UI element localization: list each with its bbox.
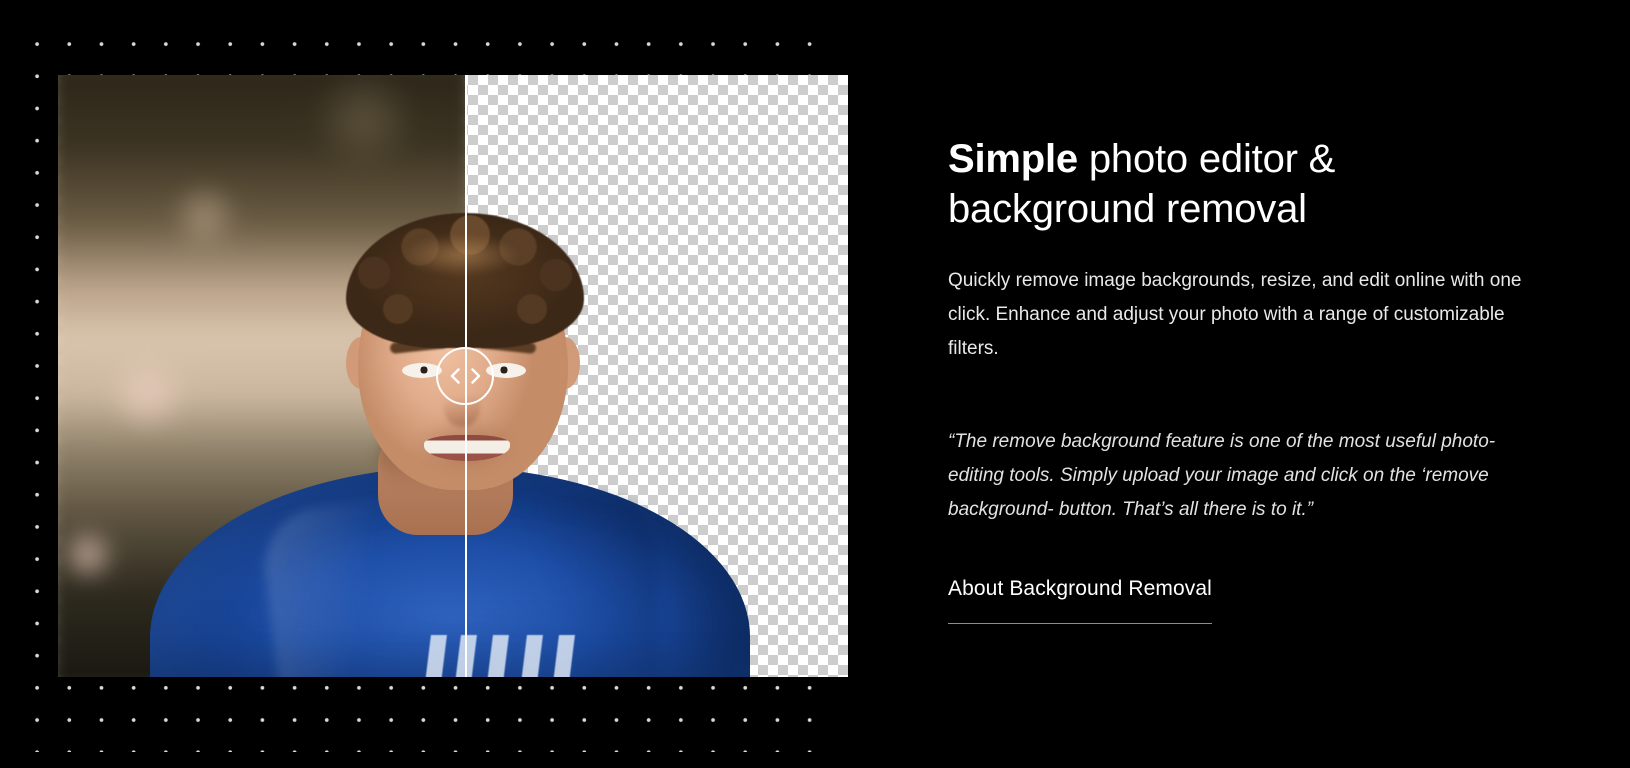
chevron-left-icon — [450, 368, 461, 384]
about-background-removal-link[interactable]: About Background Removal — [948, 577, 1212, 624]
media-column — [0, 0, 898, 768]
subject-on-background — [58, 75, 465, 677]
testimonial-quote: “The remove background feature is one of… — [948, 431, 1496, 521]
chevron-right-icon — [470, 368, 481, 384]
intro-paragraph: Quickly remove image backgrounds, resize… — [948, 270, 1522, 359]
copy-column: Simple photo editor & background removal… — [898, 0, 1630, 768]
person-original — [58, 75, 465, 677]
hero-section: Simple photo editor & background removal… — [0, 0, 1630, 768]
before-after-comparison-slider[interactable] — [58, 75, 848, 677]
comparison-slider-handle[interactable] — [436, 347, 494, 405]
tshirt-logo-before — [425, 635, 465, 677]
page-title: Simple photo editor & background removal — [948, 134, 1550, 234]
before-image-panel — [58, 75, 465, 677]
page-title-emphasis: Simple — [948, 137, 1078, 181]
